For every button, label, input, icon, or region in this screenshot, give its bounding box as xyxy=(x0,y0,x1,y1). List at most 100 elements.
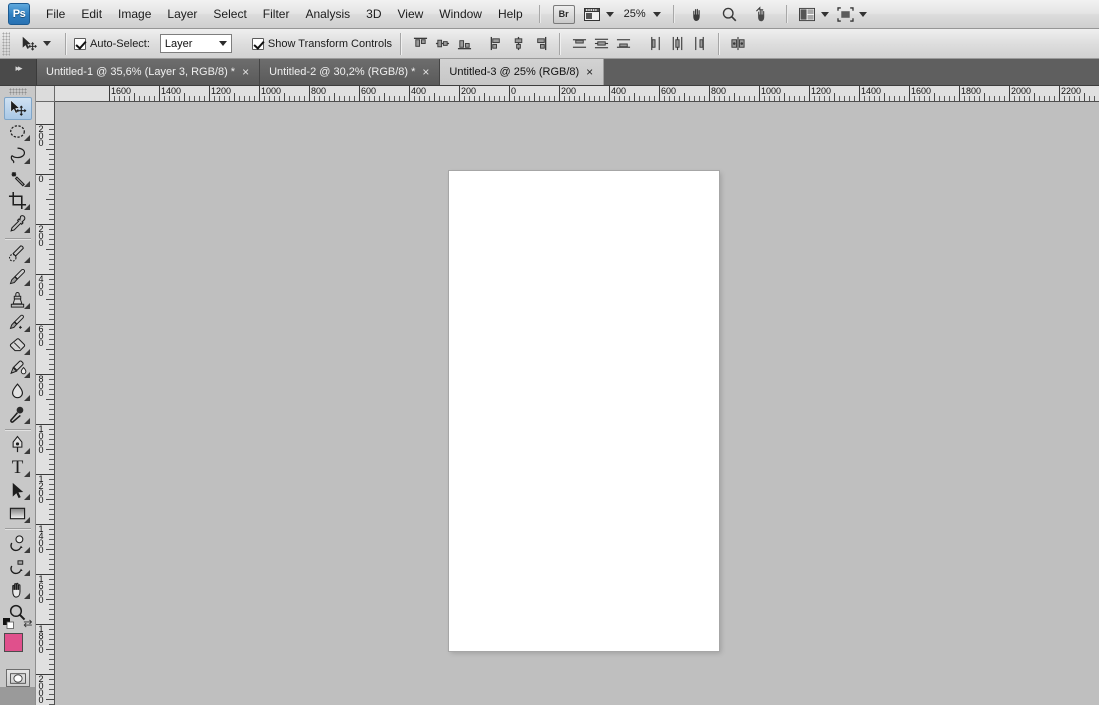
horizontal-ruler[interactable]: 1600 1400 1200 1000 800 600 400 200 0 200 400 600 80… xyxy=(55,86,1099,102)
document-tab-label: Untitled-1 @ 35,6% (Layer 3, RGB/8) * xyxy=(46,66,236,78)
default-colors-icon[interactable] xyxy=(2,618,14,629)
distribute-right-edges-button[interactable] xyxy=(689,34,709,54)
close-icon[interactable]: × xyxy=(421,66,430,78)
bridge-icon: Br xyxy=(552,4,575,24)
panel-dock-expander[interactable]: ▸▸ xyxy=(0,59,37,85)
document-canvas[interactable] xyxy=(449,171,719,651)
auto-select-label: Auto-Select: xyxy=(90,37,150,50)
vertical-ruler[interactable]: 200 0 200 400 600 800 1000 1200 1400 1600 1800 2000 xyxy=(36,102,55,705)
auto-select-checkbox[interactable] xyxy=(74,37,86,50)
swap-colors-icon[interactable]: ⇄ xyxy=(23,617,32,630)
tool-expand-triangle-icon xyxy=(23,494,30,500)
options-divider-1 xyxy=(65,32,66,55)
canvas-area[interactable] xyxy=(55,102,1099,705)
launch-bridge-button[interactable]: Br xyxy=(548,3,580,25)
options-divider-3 xyxy=(559,32,561,55)
menu-item-edit[interactable]: Edit xyxy=(73,3,110,25)
align-vertical-centers-button[interactable] xyxy=(432,34,452,54)
chevron-down-icon xyxy=(605,11,614,17)
hand-tool-button[interactable] xyxy=(682,3,714,25)
toolbox-grip[interactable] xyxy=(8,88,27,95)
3d-rotate-tool[interactable] xyxy=(4,532,32,555)
menu-divider-3 xyxy=(785,5,787,23)
show-transform-controls-checkbox[interactable] xyxy=(251,37,264,50)
chevron-double-right-icon: ▸▸ xyxy=(15,63,22,73)
tool-expand-triangle-icon xyxy=(23,227,30,233)
ruler-minor-tick xyxy=(684,93,685,101)
menu-item-view[interactable]: View xyxy=(389,3,431,25)
view-extras-dropdown[interactable] xyxy=(580,3,618,25)
document-tab-label: Untitled-2 @ 30,2% (RGB/8) * xyxy=(269,66,416,78)
rectangle-shape-tool[interactable] xyxy=(4,502,32,525)
document-tab-1[interactable]: Untitled-1 @ 35,6% (Layer 3, RGB/8) * × xyxy=(37,59,261,85)
ruler-minor-tick xyxy=(46,349,54,350)
menu-item-window[interactable]: Window xyxy=(431,3,490,25)
3d-orbit-tool[interactable] xyxy=(4,555,32,578)
align-bottom-edges-button[interactable] xyxy=(454,34,474,54)
distribute-bottom-edges-button[interactable] xyxy=(613,34,633,54)
eraser-tool[interactable] xyxy=(4,334,32,357)
rotate-view-tool-button[interactable] xyxy=(746,3,778,25)
arrange-documents-dropdown[interactable] xyxy=(795,3,833,25)
menu-item-image[interactable]: Image xyxy=(110,3,159,25)
elliptical-marquee-tool[interactable] xyxy=(4,120,32,143)
auto-select-target-dropdown[interactable]: Layer xyxy=(159,34,232,53)
spot-healing-brush-tool[interactable] xyxy=(4,242,32,265)
move-tool-preset-picker[interactable] xyxy=(14,35,57,53)
pen-tool[interactable] xyxy=(4,433,32,456)
ruler-label: 1600 xyxy=(111,86,132,96)
ruler-label: 1000 xyxy=(261,86,282,96)
align-top-edges-button[interactable] xyxy=(410,34,430,54)
menu-item-help[interactable]: Help xyxy=(490,3,531,25)
document-tab-3[interactable]: Untitled-3 @ 25% (RGB/8) × xyxy=(440,59,605,85)
eyedropper-tool[interactable] xyxy=(4,212,32,235)
chevron-down-icon xyxy=(43,41,51,46)
document-tab-2[interactable]: Untitled-2 @ 30,2% (RGB/8) * × xyxy=(260,59,441,85)
menu-item-3d[interactable]: 3D xyxy=(358,3,389,25)
zoom-level-dropdown[interactable]: 25% xyxy=(618,3,665,25)
show-transform-controls-label: Show Transform Controls xyxy=(267,37,393,50)
distribute-left-edges-button[interactable] xyxy=(645,34,665,54)
menu-items: File Edit Image Layer Select Filter Analysis 3D… xyxy=(38,3,531,25)
history-brush-tool[interactable] xyxy=(4,311,32,334)
menu-item-filter[interactable]: Filter xyxy=(255,3,298,25)
photoshop-window: Ps File Edit Image Layer Select Filter Analysi… xyxy=(0,0,1099,705)
distribute-vertical-centers-button[interactable] xyxy=(591,34,611,54)
menu-item-select[interactable]: Select xyxy=(205,3,254,25)
foreground-color-swatch[interactable] xyxy=(3,633,23,652)
align-left-edges-button[interactable] xyxy=(486,34,506,54)
dodge-tool[interactable] xyxy=(4,403,32,426)
blur-tool[interactable] xyxy=(4,380,32,403)
screen-mode-icon xyxy=(837,6,854,22)
zoom-tool-button[interactable] xyxy=(714,3,746,25)
auto-align-layers-button[interactable] xyxy=(728,34,748,54)
clone-stamp-tool[interactable] xyxy=(4,288,32,311)
ruler-label: 600 xyxy=(361,86,377,96)
ruler-minor-tick xyxy=(134,93,135,101)
move-tool[interactable] xyxy=(3,97,32,120)
close-icon[interactable]: × xyxy=(585,66,594,78)
options-bar-grip[interactable] xyxy=(2,31,10,56)
align-right-edges-button[interactable] xyxy=(530,34,550,54)
distribute-horizontal-centers-button[interactable] xyxy=(667,34,687,54)
ruler-minor-tick xyxy=(1084,93,1085,101)
menu-item-analysis[interactable]: Analysis xyxy=(297,3,358,25)
hand-tool[interactable] xyxy=(4,578,32,601)
screen-mode-dropdown[interactable] xyxy=(833,3,871,25)
path-selection-tool[interactable] xyxy=(4,479,32,502)
workspace: T ⇄ 1600 1400 1200 1000 800 600 400 200 … xyxy=(0,86,1099,705)
distribute-top-edges-button[interactable] xyxy=(569,34,589,54)
ruler-minor-tick xyxy=(434,93,435,101)
ruler-corner[interactable] xyxy=(36,86,55,102)
close-icon[interactable]: × xyxy=(241,66,250,78)
gradient-tool[interactable] xyxy=(4,357,32,380)
horizontal-type-tool[interactable]: T xyxy=(4,456,32,479)
menu-item-file[interactable]: File xyxy=(38,3,73,25)
crop-tool[interactable] xyxy=(4,189,32,212)
lasso-tool[interactable] xyxy=(4,143,32,166)
menu-item-layer[interactable]: Layer xyxy=(159,3,205,25)
brush-tool[interactable] xyxy=(4,265,32,288)
magic-wand-tool[interactable] xyxy=(4,166,32,189)
align-horizontal-centers-button[interactable] xyxy=(508,34,528,54)
quick-mask-mode-button[interactable] xyxy=(5,669,30,687)
